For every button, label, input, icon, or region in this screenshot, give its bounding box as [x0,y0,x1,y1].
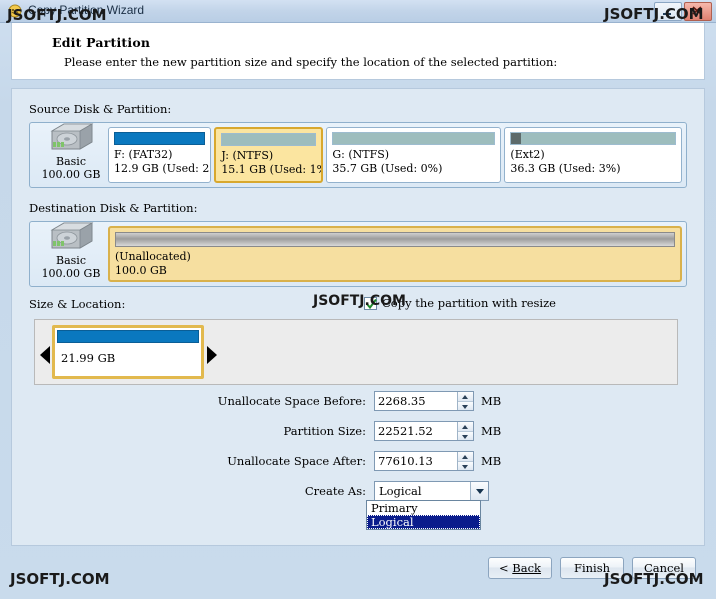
copy-with-resize-checkbox[interactable] [364,296,377,310]
destination-partition-list: (Unallocated) 100.0 GB [108,226,682,282]
destination-disk-capacity: 100.00 GB [41,267,101,280]
finish-label: Finish [573,561,611,575]
hard-disk-icon [46,221,96,252]
destination-disk-map[interactable]: Basic 100.00 GB (Unallocated) 100.0 GB [29,221,687,287]
unallocate-after-spin-buttons[interactable] [457,452,473,470]
resize-partition-block[interactable]: 21.99 GB [52,325,204,379]
partition-ext2-used-portion [511,133,522,144]
title-bar: Copy Partition Wizard [0,0,716,23]
back-prefix: < [498,561,509,575]
partition-g-usage-bar [332,132,496,145]
partition-size-stepper[interactable] [374,421,474,441]
cancel-button[interactable]: Cancel [632,557,696,579]
partition-unallocated-detail: 100.0 GB [115,264,167,277]
create-as-option-logical[interactable]: Logical [367,515,480,529]
unallocate-after-input[interactable] [375,452,457,470]
partition-size-spin-down[interactable] [458,431,473,440]
partition-f-usage-bar [114,132,206,145]
create-as-value: Logical [379,484,422,498]
partition-unallocated-usage-bar [115,232,675,247]
partition-g-name: G: (NTFS) [332,148,390,161]
copy-with-resize-label: Copy the partition with resize [382,296,556,310]
copy-partition-wizard-window: Copy Partition Wizard Edit Partition Ple… [0,0,716,599]
destination-disk-type: Basic [56,254,86,267]
partition-size-row: Partition Size: MB [214,421,501,441]
partition-size-input[interactable] [375,422,457,440]
partition-size-spin-up[interactable] [458,422,473,432]
resize-handle-left-icon[interactable] [40,346,50,364]
cancel-label: Cancel [644,561,684,575]
destination-disk-label: Destination Disk & Partition: [29,201,198,215]
back-button[interactable]: < Back [488,557,552,579]
chevron-down-icon[interactable] [470,482,488,500]
source-disk-type: Basic [56,155,86,168]
unallocate-before-input[interactable] [375,392,457,410]
create-as-dropdown-list[interactable]: Primary Logical [366,500,481,530]
window-controls [654,2,712,21]
partition-size-unit: MB [481,424,502,438]
partition-ext2-name: (Ext2) [510,148,545,161]
minimize-button[interactable] [654,2,682,21]
partition-f[interactable]: F: (FAT32) 12.9 GB (Used: 27%) [108,127,212,183]
unallocate-before-label: Unallocate Space Before: [217,394,366,408]
unallocate-after-spin-up[interactable] [458,452,473,462]
unallocate-before-stepper[interactable] [374,391,474,411]
resize-partition-size-label: 21.99 GB [61,351,116,365]
unallocate-before-spin-down[interactable] [458,401,473,410]
partition-unallocated-name: (Unallocated) [115,250,191,263]
close-button[interactable] [684,2,712,21]
page-description: Please enter the new partition size and … [64,55,558,69]
partition-g[interactable]: G: (NTFS) 35.7 GB (Used: 0%) [326,127,502,183]
unallocate-before-row: Unallocate Space Before: MB [214,391,501,411]
source-disk-map[interactable]: Basic 100.00 GB F: (FAT32) 12.9 GB (Used… [29,122,687,188]
size-location-label: Size & Location: [29,297,126,311]
partition-j-selected[interactable]: J: (NTFS) 15.1 GB (Used: 1%) [214,127,324,183]
partition-resize-slider[interactable]: 21.99 GB [34,319,678,385]
source-partition-list: F: (FAT32) 12.9 GB (Used: 27%) J: (NTFS)… [108,127,682,183]
hard-disk-icon [46,122,96,153]
resize-handle-right-icon[interactable] [207,346,217,364]
wizard-icon [8,4,23,19]
unallocate-after-label: Unallocate Space After: [227,454,366,468]
source-disk-label: Source Disk & Partition: [29,102,172,116]
partition-j-detail: 15.1 GB (Used: 1%) [221,163,324,176]
partition-ext2-detail: 36.3 GB (Used: 3%) [510,162,621,175]
destination-disk-info: Basic 100.00 GB [34,222,108,282]
partition-ext2-usage-bar [510,132,676,145]
watermark-bottom-left: JSOFTJ.COM [10,570,110,588]
create-as-row: Create As: Logical [214,481,489,501]
resize-partition-bar [57,330,199,343]
partition-f-detail: 12.9 GB (Used: 27%) [114,162,210,175]
create-as-select[interactable]: Logical [374,481,489,501]
wizard-header: Edit Partition Please enter the new part… [11,23,705,80]
finish-button[interactable]: Finish [560,557,624,579]
unallocate-after-spin-down[interactable] [458,461,473,470]
partition-unallocated[interactable]: (Unallocated) 100.0 GB [108,226,682,282]
unallocate-before-spin-buttons[interactable] [457,392,473,410]
partition-ext2[interactable]: (Ext2) 36.3 GB (Used: 3%) [504,127,682,183]
source-disk-capacity: 100.00 GB [41,168,101,181]
unallocate-after-stepper[interactable] [374,451,474,471]
check-icon [366,298,377,309]
copy-with-resize-row[interactable]: Copy the partition with resize [364,296,556,310]
unallocate-before-unit: MB [481,394,502,408]
unallocate-before-spin-up[interactable] [458,392,473,402]
create-as-option-primary[interactable]: Primary [367,501,480,515]
create-as-label: Create As: [304,484,366,498]
partition-size-spin-buttons[interactable] [457,422,473,440]
back-label: Back [512,561,541,575]
unallocate-after-unit: MB [481,454,502,468]
partition-size-label: Partition Size: [283,424,366,438]
source-disk-info: Basic 100.00 GB [34,123,108,183]
partition-j-usage-bar [221,133,317,146]
window-title: Copy Partition Wizard [28,3,145,17]
page-title: Edit Partition [52,35,151,50]
partition-j-name: J: (NTFS) [221,149,274,162]
unallocate-after-row: Unallocate Space After: MB [214,451,501,471]
partition-g-detail: 35.7 GB (Used: 0%) [332,162,443,175]
partition-f-name: F: (FAT32) [114,148,173,161]
